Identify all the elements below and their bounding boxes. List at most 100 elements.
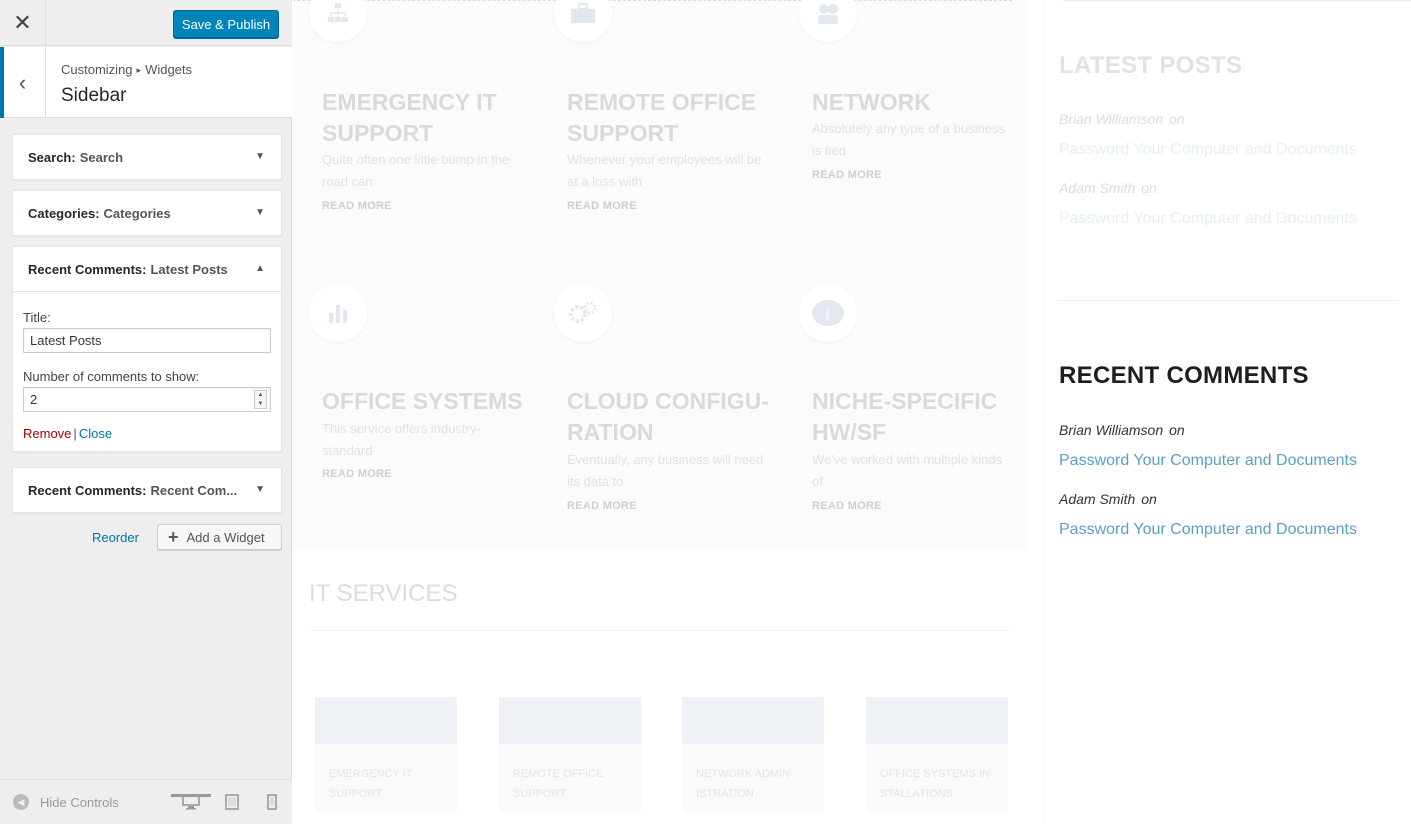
tablet-icon[interactable] — [224, 794, 240, 810]
service-desc: Absolutely any type of a business is tie… — [812, 121, 1005, 158]
card-caption: REMOTE OFFICE SUPPORT — [513, 768, 604, 800]
count-field: ▲ ▼ — [23, 387, 271, 412]
service-desc: Whenever your employees will be at a los… — [567, 152, 762, 189]
card-image — [682, 697, 824, 744]
breadcrumb-separator-icon: ▸ — [136, 65, 142, 75]
title-input[interactable] — [23, 328, 271, 353]
save-publish-button[interactable]: Save & Publish — [173, 10, 279, 38]
on-text: on — [1141, 491, 1157, 507]
read-more-link[interactable]: READ MORE — [322, 468, 392, 480]
widget-header[interactable]: Recent Comments: Recent Com... ▼ — [13, 468, 281, 512]
remove-link[interactable]: Remove — [23, 426, 71, 441]
service-title: EMERGENCY IT SUPPORT — [322, 89, 497, 146]
card-image — [866, 697, 1008, 744]
collapse-arrow-icon[interactable]: ▲ — [255, 263, 265, 274]
back-button[interactable]: ‹ — [0, 47, 46, 118]
close-link[interactable]: Close — [79, 426, 112, 441]
back-arrow-icon: ‹ — [18, 69, 27, 95]
top-rule — [1063, 0, 1411, 1]
divider — [309, 630, 1009, 631]
service-card[interactable]: OFFICE SYSTEMS IN-STALLATIONS — [866, 697, 1008, 812]
widget-search: Search: Search ▼ — [12, 134, 282, 180]
widget-name: Latest Posts — [150, 261, 228, 277]
on-text: on — [1169, 422, 1185, 438]
widget-type: Search: — [28, 149, 76, 165]
mobile-icon[interactable] — [266, 794, 278, 810]
service-title: REMOTE OFFICE SUPPORT — [567, 89, 757, 146]
service-title: NICHE-SPECIFIC HW/SF — [812, 388, 998, 445]
service-card[interactable]: EMERGENCY IT SUPPORT — [315, 697, 457, 812]
service-desc: We've worked with multiple kinds of — [812, 452, 1003, 489]
hide-controls-button[interactable]: ◀ Hide Controls — [13, 794, 119, 810]
author-name: Adam Smith — [1059, 491, 1136, 507]
section-title: Sidebar — [61, 85, 127, 106]
breadcrumb-leaf: Widgets — [145, 62, 193, 77]
breadcrumb-root: Customizing — [61, 62, 133, 77]
site-preview: EMERGENCY IT SUPPORT Quite often one lit… — [293, 0, 1411, 824]
author-name: Brian Williamson — [1059, 111, 1164, 127]
post-link[interactable]: Password Your Computer and Documents — [1059, 210, 1357, 228]
reorder-link[interactable]: Reorder — [92, 530, 139, 545]
bar-chart-icon — [309, 284, 367, 342]
widget-form: Title: Number of comments to show: ▲ ▼ R… — [13, 291, 281, 451]
count-input[interactable] — [23, 387, 271, 412]
preview-top-border — [293, 0, 1012, 1]
it-services-heading: IT SERVICES — [309, 580, 458, 607]
info-icon: i — [799, 284, 857, 342]
read-more-link[interactable]: READ MORE — [567, 200, 637, 212]
active-device-indicator — [171, 794, 211, 797]
read-more-link[interactable]: READ MORE — [567, 500, 637, 512]
service-card[interactable]: REMOTE OFFICE SUPPORT — [499, 697, 641, 812]
widget-divider — [1059, 300, 1397, 301]
widget-recent-comments-latest-posts: Recent Comments:Latest Posts ▲ Title: Nu… — [12, 246, 282, 452]
post-link[interactable]: Password Your Computer and Documents — [1059, 521, 1357, 539]
comment-author: Adam Smith on — [1059, 180, 1157, 196]
title-label: Title: — [23, 310, 51, 325]
number-spinner[interactable]: ▲ ▼ — [254, 390, 267, 409]
customizer-footer: ◀ Hide Controls — [0, 779, 292, 824]
column-divider — [1043, 0, 1044, 824]
service-title: NETWORK — [812, 89, 931, 115]
spin-up-icon[interactable]: ▲ — [258, 392, 264, 398]
recent-comments-title: RECENT COMMENTS — [1059, 362, 1309, 389]
card-image — [499, 697, 641, 744]
spin-down-icon[interactable]: ▼ — [258, 401, 264, 407]
add-widget-button[interactable]: + Add a Widget — [157, 524, 282, 550]
widget-header[interactable]: Search: Search ▼ — [13, 135, 281, 179]
read-more-link[interactable]: READ MORE — [812, 500, 882, 512]
close-customizer-button[interactable]: ✕ — [0, 0, 46, 46]
customizer-header: ✕ Save & Publish — [0, 0, 292, 46]
section-header: ‹ Customizing ▸ Widgets Sidebar — [0, 47, 292, 118]
widget-recent-comments: Recent Comments: Recent Com... ▼ — [12, 467, 282, 513]
widget-header[interactable]: Categories: Categories ▼ — [13, 191, 281, 235]
on-text: on — [1141, 180, 1157, 196]
expand-arrow-icon[interactable]: ▼ — [255, 151, 265, 162]
widget-type: Recent Comments: — [28, 261, 147, 277]
service-card[interactable]: NETWORK ADMIN-ISTRATION — [682, 697, 824, 812]
expand-arrow-icon[interactable]: ▼ — [255, 207, 265, 218]
latest-posts-title: LATEST POSTS — [1059, 52, 1243, 79]
svg-text:i: i — [825, 304, 830, 323]
read-more-link[interactable]: READ MORE — [812, 169, 882, 181]
widget-type: Categories: — [28, 205, 100, 221]
widget-categories: Categories: Categories ▼ — [12, 190, 282, 236]
on-text: on — [1169, 111, 1185, 127]
breadcrumb: Customizing ▸ Widgets — [61, 62, 192, 77]
customizer-sidebar: ✕ Save & Publish ‹ Customizing ▸ Widgets S… — [0, 0, 292, 824]
service-title: CLOUD CONFIGU-RATION — [567, 388, 769, 445]
post-link[interactable]: Password Your Computer and Documents — [1059, 452, 1357, 470]
count-label: Number of comments to show: — [23, 369, 200, 384]
post-link[interactable]: Password Your Computer and Documents — [1059, 141, 1357, 159]
gears-icon — [554, 284, 612, 342]
service-desc: Eventually, any business will need its d… — [567, 452, 764, 489]
read-more-link[interactable]: READ MORE — [322, 200, 392, 212]
widget-name: Categories — [103, 205, 171, 221]
author-name: Adam Smith — [1059, 180, 1136, 196]
card-image — [315, 697, 457, 744]
card-caption: EMERGENCY IT SUPPORT — [329, 768, 413, 800]
widget-name: Search — [79, 149, 124, 165]
widget-header[interactable]: Recent Comments: Latest Posts ▲ — [13, 247, 281, 291]
expand-arrow-icon[interactable]: ▼ — [255, 484, 265, 495]
action-separator: | — [73, 426, 77, 441]
author-name: Brian Williamson — [1059, 422, 1164, 438]
